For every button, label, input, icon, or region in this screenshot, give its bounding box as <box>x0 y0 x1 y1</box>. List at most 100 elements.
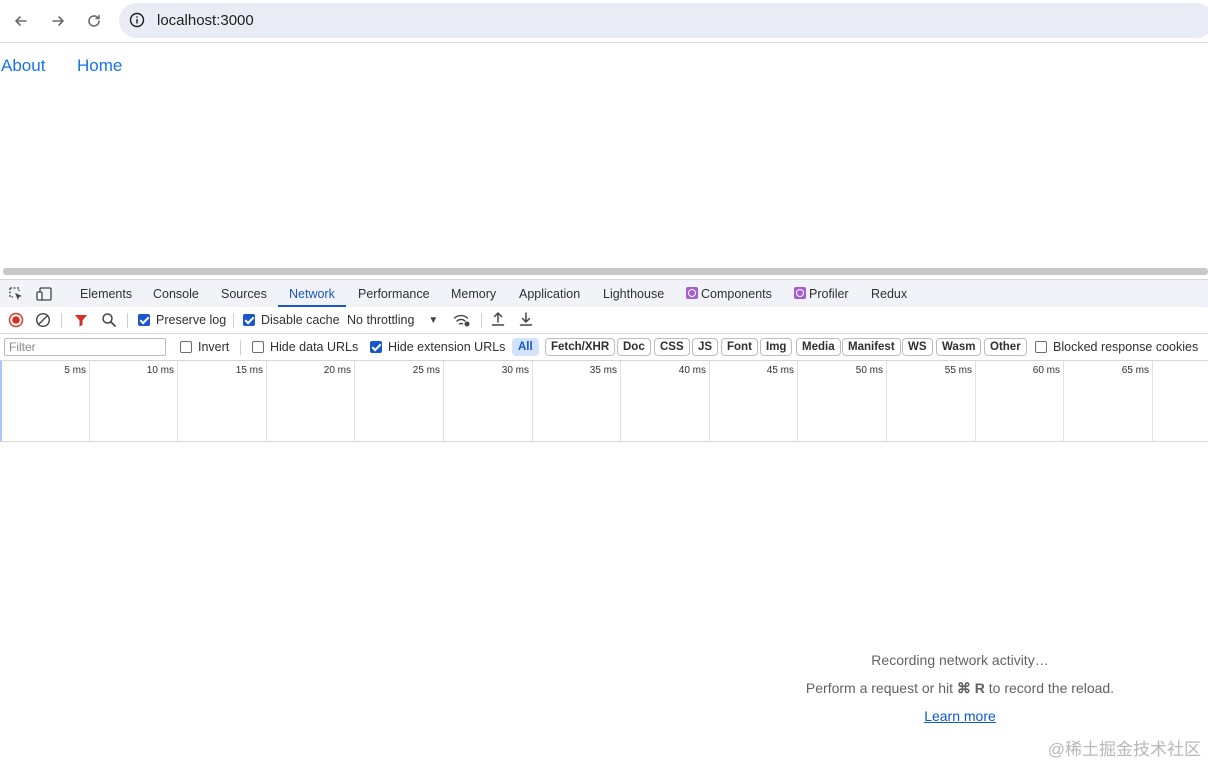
disable-cache-label: Disable cache <box>261 313 340 327</box>
clear-icon[interactable] <box>35 312 51 328</box>
type-filter-js[interactable]: JS <box>692 338 719 356</box>
reload-hint: Perform a request or hit ⌘ R to record t… <box>760 680 1160 697</box>
checkbox-checked[interactable] <box>138 314 150 326</box>
tab-sources[interactable]: Sources <box>221 287 267 301</box>
type-filter-all[interactable]: All <box>512 338 539 356</box>
timeline-gridline <box>797 361 798 441</box>
timeline-gridline <box>1063 361 1064 441</box>
site-info-icon[interactable] <box>129 12 145 28</box>
timeline-tick-label: 30 ms <box>501 365 529 376</box>
tab-redux[interactable]: Redux <box>871 287 907 301</box>
throttling-select[interactable]: No throttling ▼ <box>347 311 438 329</box>
blocked-cookies-checkbox[interactable]: Blocked response cookies <box>1035 338 1198 356</box>
network-conditions-icon[interactable] <box>453 312 471 328</box>
toolbar-divider <box>233 313 234 328</box>
checkbox-checked[interactable] <box>370 341 382 353</box>
inspect-element-icon[interactable] <box>7 285 25 303</box>
tab-performance[interactable]: Performance <box>358 287 430 301</box>
type-filter-fetch-xhr[interactable]: Fetch/XHR <box>545 338 616 356</box>
timeline-gridline <box>177 361 178 441</box>
timeline-tick-label: 40 ms <box>678 365 706 376</box>
type-filter-ws[interactable]: WS <box>902 338 933 356</box>
tab-network[interactable]: Network <box>289 287 335 301</box>
reload-hint-prefix: Perform a request or hit <box>805 680 953 696</box>
tab-memory[interactable]: Memory <box>451 287 496 301</box>
toolbar-divider <box>481 313 482 328</box>
hide-data-urls-label: Hide data URLs <box>270 340 359 354</box>
type-filter-css[interactable]: CSS <box>654 338 690 356</box>
filter-input[interactable] <box>4 338 166 356</box>
network-filterbar: Invert Hide data URLs Hide extension URL… <box>0 334 1208 361</box>
tab-components[interactable]: Components <box>686 287 772 301</box>
preserve-log-label: Preserve log <box>156 313 227 327</box>
checkbox-unchecked[interactable] <box>1035 341 1047 353</box>
learn-more-link[interactable]: Learn more <box>924 708 996 724</box>
timeline-tick-label: 65 ms <box>1121 365 1149 376</box>
timeline-gridline <box>89 361 90 441</box>
toolbar-divider <box>61 313 62 328</box>
disable-cache-checkbox[interactable]: Disable cache <box>243 311 340 329</box>
type-filter-manifest[interactable]: Manifest <box>842 338 901 356</box>
tab-elements[interactable]: Elements <box>80 287 132 301</box>
device-toolbar-icon[interactable] <box>35 285 53 303</box>
timeline-gridline <box>709 361 710 441</box>
timeline-selection-start[interactable] <box>0 361 2 441</box>
type-filter-other[interactable]: Other <box>984 338 1027 356</box>
timeline-gridline <box>620 361 621 441</box>
import-har-icon[interactable] <box>490 311 506 327</box>
url-text[interactable]: localhost:3000 <box>157 12 254 29</box>
type-filter-img[interactable]: Img <box>760 338 793 356</box>
react-icon <box>686 287 698 299</box>
watermark: @稀土掘金技术社区 <box>1047 740 1201 759</box>
record-icon[interactable] <box>8 312 24 328</box>
timeline-tick-label: 10 ms <box>146 365 174 376</box>
timeline-gridline <box>975 361 976 441</box>
timeline-gridline <box>266 361 267 441</box>
devtools-tabbar: Elements Console Sources Network Perform… <box>0 279 1208 309</box>
about-link[interactable]: About <box>1 56 45 76</box>
invert-label: Invert <box>198 340 230 354</box>
hide-extension-urls-checkbox[interactable]: Hide extension URLs <box>370 338 505 356</box>
invert-checkbox[interactable]: Invert <box>180 338 229 356</box>
tab-lighthouse[interactable]: Lighthouse <box>603 287 664 301</box>
preserve-log-checkbox[interactable]: Preserve log <box>138 311 226 329</box>
react-icon <box>794 287 806 299</box>
export-har-icon[interactable] <box>518 311 534 327</box>
tab-application[interactable]: Application <box>519 287 580 301</box>
reload-shortcut: ⌘ R <box>956 680 985 696</box>
blocked-cookies-label: Blocked response cookies <box>1053 340 1199 354</box>
search-icon[interactable] <box>101 312 117 328</box>
checkbox-unchecked[interactable] <box>180 341 192 353</box>
reload-icon[interactable] <box>82 9 106 33</box>
timeline-tick-label: 5 ms <box>64 365 86 376</box>
filter-icon[interactable] <box>73 312 89 328</box>
home-link[interactable]: Home <box>77 56 122 76</box>
timeline-tick-label: 20 ms <box>323 365 351 376</box>
hide-extension-urls-label: Hide extension URLs <box>388 340 506 354</box>
hide-data-urls-checkbox[interactable]: Hide data URLs <box>252 338 358 356</box>
tab-console[interactable]: Console <box>153 287 199 301</box>
checkbox-unchecked[interactable] <box>252 341 264 353</box>
tab-profiler[interactable]: Profiler <box>794 287 849 301</box>
network-overview-timeline[interactable]: 5 ms 10 ms 15 ms 20 ms 25 ms 30 ms 35 ms 40 ms 4… <box>0 361 1208 442</box>
toolbar-divider <box>127 313 128 328</box>
timeline-tick-label: 35 ms <box>589 365 617 376</box>
type-filter-doc[interactable]: Doc <box>617 338 651 356</box>
filter-divider <box>240 340 241 355</box>
timeline-gridline <box>443 361 444 441</box>
browser-toolbar: localhost:3000 <box>0 0 1208 43</box>
timeline-tick-label: 45 ms <box>766 365 794 376</box>
type-filter-media[interactable]: Media <box>796 338 841 356</box>
checkbox-checked[interactable] <box>243 314 255 326</box>
devtools-resize-handle[interactable] <box>3 268 1208 275</box>
timeline-gridline <box>532 361 533 441</box>
timeline-gridline <box>886 361 887 441</box>
timeline-tick-label: 15 ms <box>235 365 263 376</box>
forward-arrow-icon[interactable] <box>46 9 70 33</box>
back-arrow-icon[interactable] <box>9 9 33 33</box>
type-filter-font[interactable]: Font <box>721 338 758 356</box>
address-bar[interactable]: localhost:3000 <box>119 3 1208 38</box>
timeline-tick-label: 60 ms <box>1032 365 1060 376</box>
type-filter-wasm[interactable]: Wasm <box>936 338 982 356</box>
dropdown-arrow-icon: ▼ <box>428 314 439 326</box>
